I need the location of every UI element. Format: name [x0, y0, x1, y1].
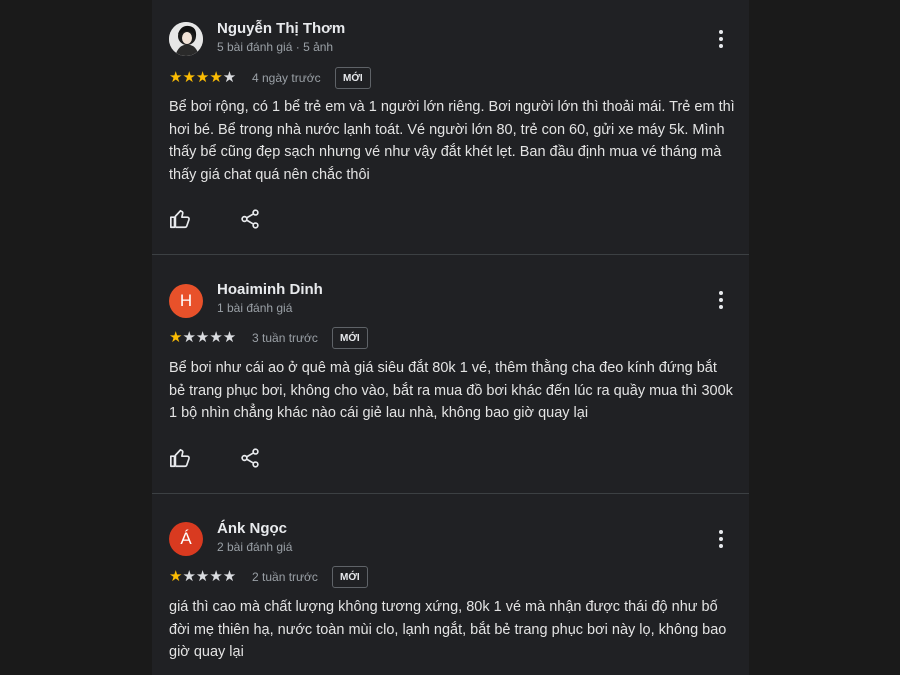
- share-icon[interactable]: [239, 208, 261, 230]
- reviewer-name[interactable]: Ánk Ngọc: [217, 520, 287, 537]
- more-options-icon[interactable]: [718, 291, 724, 311]
- review-age: 4 ngày trước: [252, 71, 321, 85]
- more-options-icon[interactable]: [718, 30, 724, 50]
- review-age: 2 tuần trước: [252, 570, 318, 584]
- reviewer-meta: 2 bài đánh giá: [217, 540, 293, 554]
- reviewer-avatar[interactable]: [169, 22, 203, 56]
- reviewer-avatar[interactable]: H: [169, 284, 203, 318]
- review-text: giá thì cao mà chất lượng không tương xứ…: [169, 599, 727, 660]
- star-rating: ★★★★★: [169, 69, 237, 86]
- reviews-panel: Nguyễn Thị Thơm 5 bài đánh giá · 5 ảnh ★…: [152, 0, 749, 675]
- review-text: Bể bơi như cái ao ở quê mà giá siêu đắt …: [169, 360, 733, 421]
- share-icon[interactable]: [239, 447, 261, 469]
- thumb-up-icon[interactable]: [169, 208, 191, 230]
- thumb-up-icon[interactable]: [169, 447, 191, 469]
- new-badge: MỚI: [332, 327, 368, 349]
- reviewer-avatar[interactable]: Á: [169, 522, 203, 556]
- review-text: Bể bơi rộng, có 1 bể trẻ em và 1 người l…: [169, 99, 735, 183]
- more-options-icon[interactable]: [718, 530, 724, 550]
- reviewer-name[interactable]: Nguyễn Thị Thơm: [217, 20, 345, 37]
- reviewer-meta: 5 bài đánh giá · 5 ảnh: [217, 40, 334, 54]
- star-rating: ★★★★★: [169, 329, 237, 346]
- reviewer-meta: 1 bài đánh giá: [217, 301, 293, 315]
- reviewer-name[interactable]: Hoaiminh Dinh: [217, 281, 323, 298]
- new-badge: MỚI: [332, 566, 368, 588]
- divider: [152, 493, 749, 494]
- review-age: 3 tuần trước: [252, 331, 318, 345]
- avatar-photo-icon: [169, 22, 203, 56]
- divider: [152, 254, 749, 255]
- star-rating: ★★★★★: [169, 568, 237, 585]
- new-badge: MỚI: [335, 67, 371, 89]
